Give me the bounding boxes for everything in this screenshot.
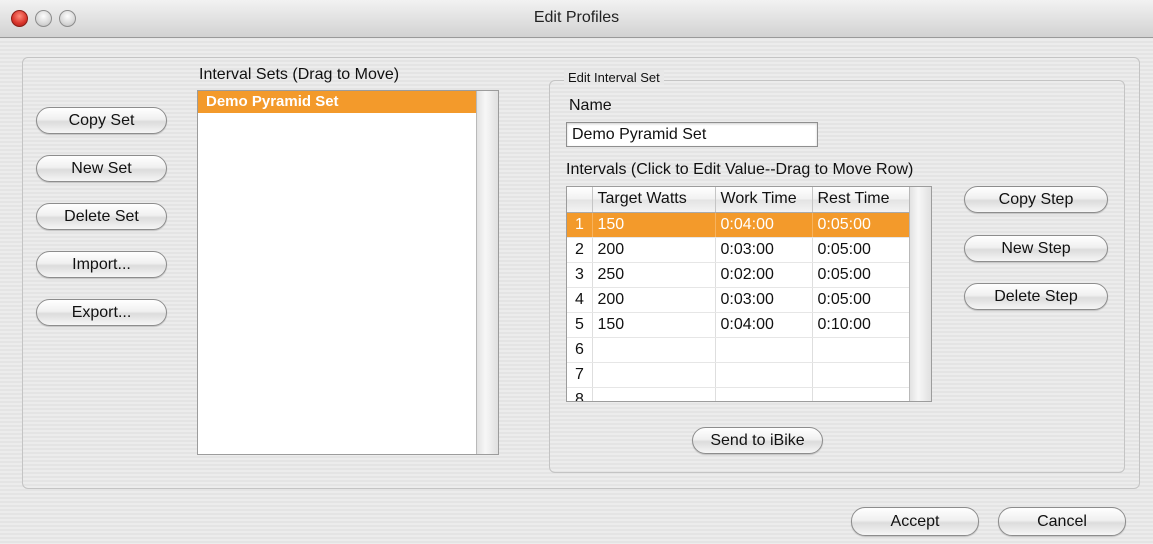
column-header-work-time[interactable]: Work Time [715, 187, 813, 213]
interval-sets-list[interactable]: Demo Pyramid Set [197, 90, 499, 455]
column-header-rest-time[interactable]: Rest Time [812, 187, 910, 213]
column-header-row-number[interactable] [567, 187, 593, 213]
table-row[interactable]: 5 150 0:04:00 0:10:00 [567, 312, 910, 338]
delete-set-button[interactable]: Delete Set [36, 203, 167, 230]
target-watts-cell[interactable]: 150 [592, 212, 716, 238]
table-row[interactable]: 3 250 0:02:00 0:05:00 [567, 262, 910, 288]
import-button[interactable]: Import... [36, 251, 167, 278]
rest-time-cell[interactable]: 0:05:00 [812, 287, 910, 313]
work-time-cell[interactable] [715, 337, 813, 363]
rest-time-cell[interactable] [812, 362, 910, 388]
name-label: Name [569, 97, 612, 114]
copy-set-button[interactable]: Copy Set [36, 107, 167, 134]
target-watts-cell[interactable]: 200 [592, 287, 716, 313]
target-watts-cell[interactable] [592, 387, 716, 401]
edit-interval-set-legend: Edit Interval Set [564, 70, 664, 85]
intervals-table[interactable]: Target Watts Work Time Rest Time 1 150 0… [566, 186, 932, 402]
column-header-target-watts[interactable]: Target Watts [592, 187, 716, 213]
target-watts-cell[interactable] [592, 337, 716, 363]
rest-time-cell[interactable]: 0:10:00 [812, 312, 910, 338]
edit-profiles-window: Edit Profiles Copy Set New Set Delete Se… [0, 0, 1153, 544]
target-watts-cell[interactable]: 150 [592, 312, 716, 338]
work-time-cell[interactable]: 0:04:00 [715, 212, 813, 238]
work-time-cell[interactable]: 0:04:00 [715, 312, 813, 338]
send-to-ibike-button[interactable]: Send to iBike [692, 427, 823, 454]
target-watts-cell[interactable] [592, 362, 716, 388]
row-number: 7 [567, 362, 593, 388]
row-number: 4 [567, 287, 593, 313]
work-time-cell[interactable]: 0:02:00 [715, 262, 813, 288]
work-time-cell[interactable]: 0:03:00 [715, 287, 813, 313]
table-row[interactable]: 4 200 0:03:00 0:05:00 [567, 287, 910, 313]
row-number: 3 [567, 262, 593, 288]
intervals-label: Intervals (Click to Edit Value--Drag to … [566, 161, 914, 178]
table-row[interactable]: 6 [567, 337, 910, 363]
cancel-button[interactable]: Cancel [998, 507, 1126, 536]
row-number: 1 [567, 212, 593, 238]
interval-sets-scrollbar[interactable] [476, 91, 498, 454]
accept-button[interactable]: Accept [851, 507, 979, 536]
intervals-scrollbar[interactable] [909, 187, 931, 401]
table-row[interactable]: 7 [567, 362, 910, 388]
work-time-cell[interactable] [715, 362, 813, 388]
rest-time-cell[interactable]: 0:05:00 [812, 237, 910, 263]
table-row[interactable]: 1 150 0:04:00 0:05:00 [567, 212, 910, 238]
work-time-cell[interactable]: 0:03:00 [715, 237, 813, 263]
target-watts-cell[interactable]: 200 [592, 237, 716, 263]
row-number: 8 [567, 387, 593, 401]
rest-time-cell[interactable] [812, 337, 910, 363]
new-set-button[interactable]: New Set [36, 155, 167, 182]
row-number: 6 [567, 337, 593, 363]
table-row[interactable]: 2 200 0:03:00 0:05:00 [567, 237, 910, 263]
rest-time-cell[interactable]: 0:05:00 [812, 212, 910, 238]
interval-sets-label: Interval Sets (Drag to Move) [199, 66, 400, 83]
row-number: 5 [567, 312, 593, 338]
table-row[interactable]: 8 [567, 387, 910, 401]
row-number: 2 [567, 237, 593, 263]
target-watts-cell[interactable]: 250 [592, 262, 716, 288]
title-bar[interactable]: Edit Profiles [0, 0, 1153, 38]
delete-step-button[interactable]: Delete Step [964, 283, 1108, 310]
rest-time-cell[interactable] [812, 387, 910, 401]
rest-time-cell[interactable]: 0:05:00 [812, 262, 910, 288]
export-button[interactable]: Export... [36, 299, 167, 326]
window-title: Edit Profiles [533, 9, 620, 26]
copy-step-button[interactable]: Copy Step [964, 186, 1108, 213]
name-field[interactable]: Demo Pyramid Set [566, 122, 818, 147]
list-item-selected[interactable]: Demo Pyramid Set [198, 91, 476, 113]
work-time-cell[interactable] [715, 387, 813, 401]
new-step-button[interactable]: New Step [964, 235, 1108, 262]
